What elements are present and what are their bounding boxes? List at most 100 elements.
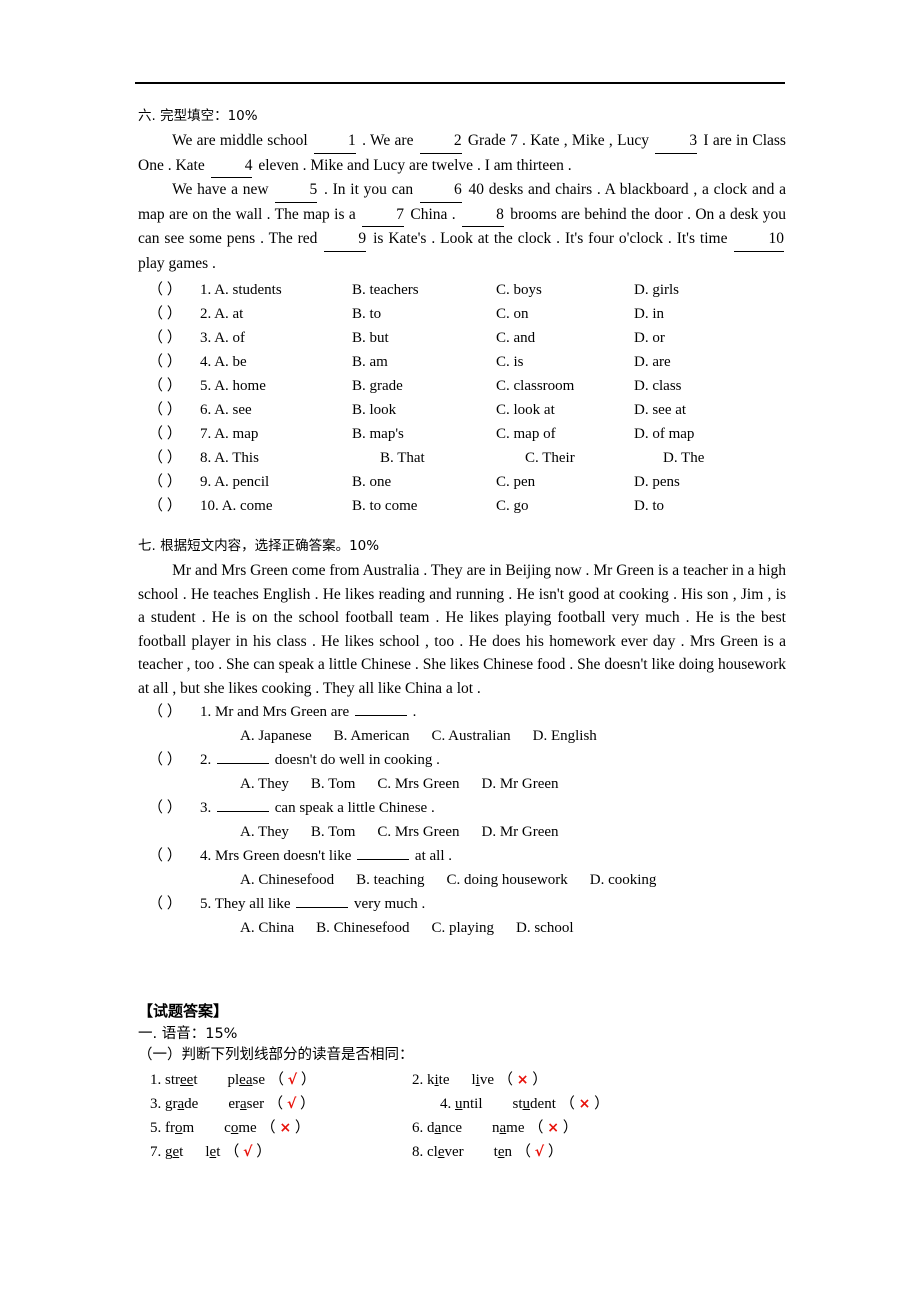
cloze-blank-4[interactable]: 4: [210, 154, 253, 178]
option-c[interactable]: C. go: [496, 494, 634, 518]
option-d[interactable]: D. Mr Green: [482, 820, 559, 844]
q-label: 7. A. map: [200, 426, 259, 442]
option-c[interactable]: C. playing: [432, 916, 495, 940]
option-b[interactable]: B. Chinesefood: [316, 916, 409, 940]
option-b[interactable]: B. map's: [352, 422, 496, 446]
option-a[interactable]: A. Japanese: [240, 724, 312, 748]
option-c[interactable]: C. map of: [496, 422, 634, 446]
option-b[interactable]: B. grade: [352, 374, 496, 398]
cloze-blank-3[interactable]: 3: [655, 129, 698, 154]
cloze-blank-6[interactable]: 6: [419, 178, 462, 203]
option-a[interactable]: A. China: [240, 916, 294, 940]
reading-question-5: （ ） 5. They all like very much .: [138, 892, 786, 916]
option-b[interactable]: B. one: [352, 470, 496, 494]
q-number: 5.: [200, 896, 212, 912]
option-c[interactable]: C. look at: [496, 398, 634, 422]
option-d[interactable]: D. Mr Green: [482, 772, 559, 796]
option-b[interactable]: B. teachers: [352, 278, 496, 302]
option-c[interactable]: C. pen: [496, 470, 634, 494]
option-a[interactable]: A. They: [240, 772, 289, 796]
option-d[interactable]: D. English: [533, 724, 597, 748]
option-b[interactable]: B. am: [352, 350, 496, 374]
option-b[interactable]: B. teaching: [356, 868, 424, 892]
answer-blank[interactable]: [217, 763, 269, 764]
option-b[interactable]: B. look: [352, 398, 496, 422]
word-2: eraser: [228, 1096, 265, 1112]
cloze-blank-5[interactable]: 5: [275, 178, 318, 203]
answer-paren[interactable]: （ ）: [148, 278, 200, 302]
section-6-heading: 六. 完型填空：10%: [138, 108, 258, 124]
option-d[interactable]: D. cooking: [590, 868, 657, 892]
cloze-blank-10[interactable]: 10: [734, 227, 784, 252]
answer-paren[interactable]: （ ）: [148, 422, 200, 446]
cloze-blank-2[interactable]: 2: [419, 129, 462, 154]
answer-paren[interactable]: （ ）: [148, 374, 200, 398]
answer-paren[interactable]: （ ）: [148, 892, 200, 916]
option-d[interactable]: D. of map: [634, 422, 694, 446]
cloze-blank-1[interactable]: 1: [313, 129, 356, 154]
option-b[interactable]: B. That: [380, 446, 525, 470]
cross-icon: ×: [279, 1120, 292, 1136]
option-b[interactable]: B. to: [352, 302, 496, 326]
cloze-text: eleven . Mike and Lucy are twelve . I am…: [254, 156, 572, 174]
q-label: 2. A. at: [200, 306, 244, 322]
option-b[interactable]: B. American: [334, 724, 410, 748]
answer-paren[interactable]: （ ）: [148, 302, 200, 326]
option-d[interactable]: D. see at: [634, 398, 686, 422]
option-c[interactable]: C. Their: [525, 446, 663, 470]
cloze-blank-9[interactable]: 9: [324, 227, 367, 252]
answer-paren[interactable]: （ ）: [148, 748, 200, 772]
option-d[interactable]: D. are: [634, 350, 671, 374]
answer-paren[interactable]: （ ）: [148, 326, 200, 350]
option-d[interactable]: D. The: [663, 446, 704, 470]
option-c[interactable]: C. and: [496, 326, 634, 350]
option-b[interactable]: B. Tom: [311, 820, 356, 844]
table-row: （ ） 10. A. come B. to come C. go D. to: [138, 494, 786, 518]
word-2: live: [471, 1072, 495, 1088]
answer-blank[interactable]: [296, 907, 349, 908]
option-b[interactable]: B. Tom: [311, 772, 356, 796]
answer-paren[interactable]: （ ）: [148, 844, 200, 868]
option-a[interactable]: A. Chinesefood: [240, 868, 334, 892]
answer-paren[interactable]: （ ）: [148, 470, 200, 494]
option-d[interactable]: D. in: [634, 302, 664, 326]
option-c[interactable]: C. doing housework: [446, 868, 567, 892]
option-d[interactable]: D. school: [516, 916, 574, 940]
answer-paren[interactable]: （ ）: [148, 494, 200, 518]
q-label: 6. A. see: [200, 402, 252, 418]
q-stem-end: very much .: [350, 896, 426, 912]
option-c[interactable]: C. classroom: [496, 374, 634, 398]
option-d[interactable]: D. or: [634, 326, 665, 350]
header-divider-rule: [135, 82, 785, 84]
option-c[interactable]: C. Australian: [431, 724, 510, 748]
option-c[interactable]: C. is: [496, 350, 634, 374]
answer-blank[interactable]: [217, 811, 269, 812]
answer-paren[interactable]: （ ）: [148, 446, 200, 470]
option-c[interactable]: C. boys: [496, 278, 634, 302]
answer-paren[interactable]: （ ）: [148, 700, 200, 724]
table-row: （ ） 9. A. pencil B. one C. pen D. pens: [138, 470, 786, 494]
option-c[interactable]: C. Mrs Green: [377, 820, 459, 844]
option-b[interactable]: B. but: [352, 326, 496, 350]
option-a[interactable]: A. They: [240, 820, 289, 844]
answer-blank[interactable]: [354, 715, 407, 716]
cloze-blank-8[interactable]: 8: [462, 203, 504, 227]
option-d[interactable]: D. to: [634, 494, 664, 518]
q-label: 9. A. pencil: [200, 474, 270, 490]
answer-paren[interactable]: （ ）: [148, 796, 200, 820]
phonetics-item-3: 3. grade eraser （ √ ）: [150, 1096, 316, 1112]
answer-paren[interactable]: （ ）: [148, 398, 200, 422]
option-d[interactable]: D. class: [634, 374, 682, 398]
phonetics-item-8: 8. clever ten （ √ ）: [412, 1144, 563, 1160]
option-b[interactable]: B. to come: [352, 494, 496, 518]
option-d[interactable]: D. girls: [634, 278, 679, 302]
option-d[interactable]: D. pens: [634, 470, 680, 494]
section-6-options-list: （ ） 1. A. students B. teachers C. boys D. gi…: [138, 278, 786, 518]
answer-blank[interactable]: [357, 859, 410, 860]
section-7-heading: 七. 根据短文内容，选择正确答案。10%: [138, 538, 380, 554]
option-c[interactable]: C. on: [496, 302, 634, 326]
answer-paren[interactable]: （ ）: [148, 350, 200, 374]
option-c[interactable]: C. Mrs Green: [377, 772, 459, 796]
cloze-blank-7[interactable]: 7: [362, 203, 404, 227]
